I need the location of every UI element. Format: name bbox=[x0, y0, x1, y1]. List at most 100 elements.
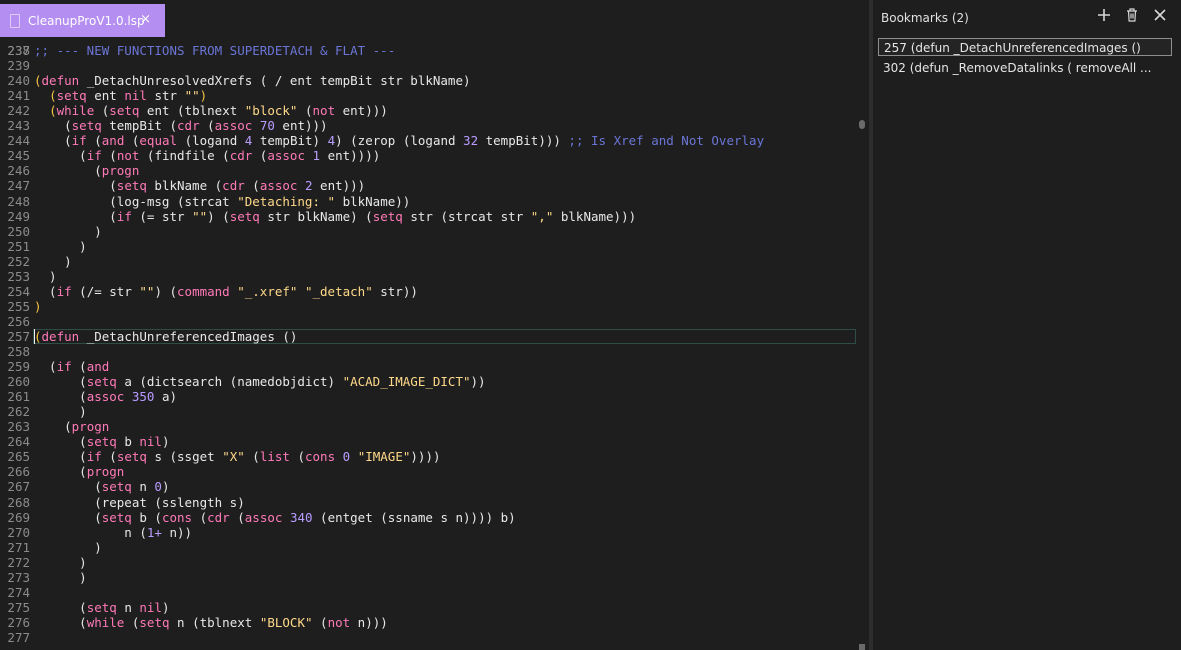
bookmark-item[interactable]: 257 (defun _DetachUnreferencedImages () bbox=[878, 38, 1172, 56]
code-token: ) bbox=[34, 569, 87, 585]
code-text: (progn bbox=[34, 163, 139, 178]
code-token: "BLOCK" bbox=[259, 614, 313, 630]
code-token: ( bbox=[101, 449, 117, 465]
code-token: str blkName) ( bbox=[259, 208, 373, 224]
code-token: defun bbox=[41, 73, 80, 89]
line-number: 260 bbox=[7, 374, 30, 390]
code-token: ( bbox=[34, 118, 72, 134]
line-number: 243 bbox=[7, 118, 30, 134]
code-token: 1 bbox=[312, 148, 321, 164]
code-token: "" bbox=[192, 208, 208, 224]
code-token: ent))) bbox=[312, 178, 366, 194]
code-editor[interactable]: 237 238;; --- NEW FUNCTIONS FROM SUPERDE… bbox=[0, 37, 869, 650]
code-text: (setq n nil) bbox=[34, 600, 169, 615]
code-text: ) bbox=[34, 269, 57, 284]
code-text: (setq b (cons (cdr (assoc 340 (entget (s… bbox=[34, 510, 516, 525]
code-token: ( bbox=[34, 208, 117, 224]
code-token: progn bbox=[86, 464, 125, 480]
code-text: (if (and (equal (logand 4 tempBit) 4) (z… bbox=[34, 133, 764, 148]
line-number: 268 bbox=[7, 494, 30, 510]
code-token: not bbox=[312, 103, 336, 119]
code-token: ) bbox=[34, 253, 72, 269]
code-text: (setq ent nil str "") bbox=[34, 88, 207, 103]
code-token: ( bbox=[124, 133, 140, 149]
code-token: (/= str bbox=[71, 283, 140, 299]
editor-scrollbar[interactable] bbox=[856, 37, 868, 650]
line-number: 246 bbox=[7, 163, 30, 179]
code-token: ) ( bbox=[207, 208, 230, 224]
code-token: equal bbox=[139, 133, 178, 149]
code-token: 1+ bbox=[146, 524, 162, 540]
code-token: ( bbox=[34, 328, 42, 344]
line-number: 270 bbox=[7, 524, 30, 540]
code-token: setq bbox=[86, 374, 117, 390]
close-tab-icon[interactable]: × bbox=[140, 12, 151, 27]
line-number: 264 bbox=[7, 434, 30, 450]
code-token: )) bbox=[470, 374, 486, 390]
code-token: b bbox=[116, 434, 140, 450]
code-token: setq bbox=[109, 103, 140, 119]
code-token: ) bbox=[34, 404, 87, 420]
code-token: ( bbox=[49, 88, 57, 104]
code-token: 32 bbox=[463, 133, 479, 149]
bookmark-item[interactable]: 302 (defun _RemoveDatalinks ( removeAll … bbox=[878, 59, 1172, 77]
line-number: 267 bbox=[7, 479, 30, 495]
code-token: ( bbox=[34, 283, 57, 299]
editor-tab[interactable]: CleanupProV1.0.lsp × bbox=[0, 4, 165, 37]
code-text: (if (not (findfile (cdr (assoc 1 ent)))) bbox=[34, 148, 380, 163]
code-token: ( bbox=[101, 148, 117, 164]
code-token: assoc bbox=[244, 509, 283, 525]
code-token: "block" bbox=[244, 103, 298, 119]
add-bookmark-icon[interactable] bbox=[1095, 6, 1113, 24]
code-token: n bbox=[116, 599, 140, 615]
line-number: 253 bbox=[7, 268, 30, 284]
code-token: ( bbox=[124, 614, 140, 630]
code-token: ( bbox=[94, 103, 110, 119]
code-token: "ACAD_IMAGE_DICT" bbox=[342, 374, 471, 390]
code-token: "_.xref" bbox=[237, 283, 298, 299]
line-number: 272 bbox=[7, 554, 30, 570]
code-token: ) bbox=[161, 434, 170, 450]
code-token: while bbox=[86, 614, 125, 630]
code-token: ent (tblnext bbox=[139, 103, 245, 119]
code-token: 2 bbox=[304, 178, 313, 194]
code-token: s (ssget bbox=[146, 449, 223, 465]
code-token: setq bbox=[139, 614, 170, 630]
bookmark-line: 302 bbox=[883, 61, 910, 75]
code-text: n (1+ n)) bbox=[34, 525, 192, 540]
code-token: if bbox=[56, 283, 72, 299]
code-text: (defun _DetachUnreferencedImages () bbox=[34, 329, 297, 344]
code-token: ( bbox=[34, 389, 87, 405]
code-token: n))) bbox=[350, 614, 388, 630]
line-number: 256 bbox=[7, 313, 30, 329]
code-token: blkName)) bbox=[335, 193, 411, 209]
code-token: ( bbox=[34, 359, 57, 375]
code-token: cons bbox=[305, 449, 336, 465]
code-token: cdr bbox=[207, 509, 230, 525]
code-token: ( bbox=[34, 374, 87, 390]
code-token: ( bbox=[34, 614, 87, 630]
code-token: ( bbox=[34, 148, 87, 164]
code-token: ( bbox=[244, 449, 260, 465]
code-token: ) bbox=[34, 539, 102, 555]
delete-icon[interactable] bbox=[1123, 6, 1141, 24]
code-token: (= str bbox=[131, 208, 193, 224]
scrollbar-thumb[interactable] bbox=[859, 120, 865, 129]
code-text: (log-msg (strcat "Detaching: " blkName)) bbox=[34, 194, 410, 209]
code-token: list bbox=[259, 449, 290, 465]
line-number: 259 bbox=[7, 359, 30, 375]
code-text: (setq b nil) bbox=[34, 434, 169, 449]
code-token: 350 bbox=[131, 389, 155, 405]
panel-title: Bookmarks (2) bbox=[881, 11, 969, 25]
code-token: while bbox=[56, 103, 95, 119]
code-token: (log-msg (strcat bbox=[34, 193, 238, 209]
code-token: b ( bbox=[131, 509, 162, 525]
close-panel-icon[interactable] bbox=[1151, 6, 1169, 24]
code-token: progn bbox=[101, 163, 140, 179]
code-token: tempBit))) bbox=[478, 133, 569, 149]
line-number: 242 bbox=[7, 103, 30, 119]
